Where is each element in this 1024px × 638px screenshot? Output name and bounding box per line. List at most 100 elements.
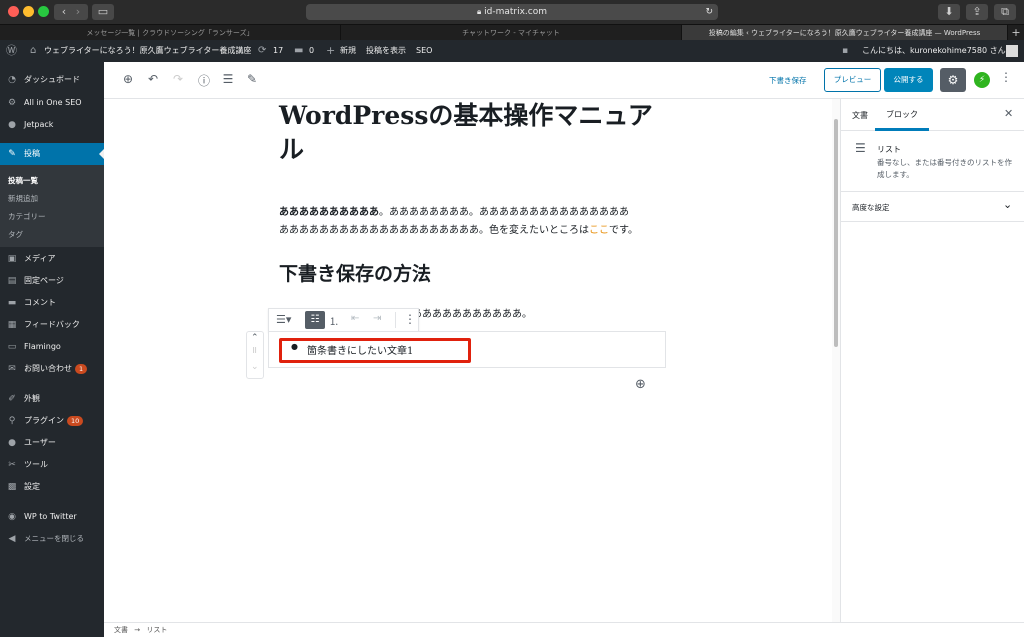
heading-block[interactable]: 下書き保存の方法 — [279, 259, 431, 286]
sidebar-item-label: フィードバック — [24, 320, 80, 329]
block-breadcrumb: 文書 → リスト — [104, 622, 1024, 637]
reload-icon[interactable]: ↻ — [705, 4, 713, 20]
comment-icon: ▬ — [7, 298, 17, 308]
editor-scrollbar[interactable] — [832, 99, 840, 622]
sidebar-item-plugins[interactable]: ⚲ プラグイン 10 — [0, 410, 104, 432]
sidebar-item-media[interactable]: ▣ メディア — [0, 248, 104, 270]
list-bullet: ● — [291, 342, 298, 351]
notification-icon[interactable]: ▪ — [842, 40, 848, 62]
sidebar-item-label: 投稿 — [24, 149, 40, 158]
post-title[interactable]: WordPressの基本操作マニュア ル — [279, 99, 659, 167]
outdent-icon[interactable]: ⇤ — [351, 313, 359, 324]
submenu-tags[interactable]: タグ — [0, 226, 104, 244]
sidebar-item-comments[interactable]: ▬ コメント — [0, 292, 104, 314]
edit-icon[interactable]: ✎ — [244, 72, 260, 86]
undo-icon[interactable]: ↶ — [145, 72, 161, 86]
tab-wordpress[interactable]: 投稿の編集 ‹ ウェブライターになろう！原久鷹ウェブライター養成講座 — Wor… — [682, 25, 1008, 41]
avatar[interactable] — [1006, 45, 1018, 57]
publish-button[interactable]: 公開する — [884, 68, 933, 92]
close-window-button[interactable] — [8, 6, 19, 17]
sidebar-item-contact[interactable]: ✉ お問い合わせ 1 — [0, 358, 104, 380]
tabs-overview-icon[interactable]: ⧉ — [994, 4, 1016, 20]
submenu-categories[interactable]: カテゴリー — [0, 208, 104, 226]
home-icon[interactable]: ⌂ — [30, 40, 36, 62]
sidebar-item-aioseo[interactable]: ⚙ All in One SEO — [0, 92, 104, 114]
sidebar-item-appearance[interactable]: ✐ 外観 — [0, 388, 104, 410]
scrollbar-thumb[interactable] — [834, 119, 838, 347]
sidebar-item-posts[interactable]: ✎ 投稿 — [0, 143, 104, 165]
outline-icon[interactable]: ☰ — [220, 72, 236, 86]
sidebar-item-dashboard[interactable]: ◔ ダッシュボード — [0, 69, 104, 91]
collapse-menu-button[interactable]: ◀ メニューを閉じる — [0, 528, 104, 550]
submenu-add-new[interactable]: 新規追加 — [0, 190, 104, 208]
comments-count[interactable]: 0 — [309, 40, 314, 62]
move-down-icon[interactable]: ⌄ — [251, 362, 259, 372]
sidebar-item-label: お問い合わせ — [24, 364, 72, 373]
comments-icon[interactable]: ▬ — [294, 40, 303, 62]
block-more-options-icon[interactable]: ⋮ — [404, 312, 416, 326]
more-options-icon[interactable]: ⋮ — [1000, 70, 1012, 84]
seo-link[interactable]: SEO — [416, 40, 432, 62]
sidebar-item-pages[interactable]: ▤ 固定ページ — [0, 270, 104, 292]
ordered-list-icon[interactable]: ⒈ — [329, 313, 339, 328]
tab-block[interactable]: ブロック — [875, 99, 929, 131]
sidebar-item-tools[interactable]: ✂ ツール — [0, 454, 104, 476]
dashboard-icon: ◔ — [8, 75, 16, 85]
new-link[interactable]: 新規 — [340, 40, 356, 62]
preview-button[interactable]: プレビュー — [824, 68, 881, 92]
breadcrumb-arrow-icon: → — [134, 626, 141, 634]
block-toolbar: ☰▾ ☷ ⒈ ⇤ ⇥ ⋮ — [268, 308, 419, 332]
submenu-all-posts[interactable]: 投稿一覧 — [0, 172, 104, 190]
sidebar-item-feedback[interactable]: ▦ フィードバック — [0, 314, 104, 336]
zoom-window-button[interactable] — [38, 6, 49, 17]
address-bar[interactable]: 🔒︎ id-matrix.com ↻ — [306, 4, 718, 20]
paragraph-text: 。ああああああああ。あああああああああああああああ — [379, 207, 629, 218]
sidebar-item-jetpack[interactable]: ● Jetpack — [0, 114, 104, 136]
sidebar-item-users[interactable]: ● ユーザー — [0, 432, 104, 454]
list-block[interactable]: ● 箇条書きにしたい文章1 — [268, 331, 666, 368]
tab-document[interactable]: 文書 — [852, 110, 868, 121]
plus-icon[interactable]: + — [326, 40, 335, 62]
inserter-plus-icon[interactable]: ⊕ — [635, 377, 646, 392]
move-up-icon[interactable]: ⌃ — [251, 333, 259, 343]
breadcrumb-list[interactable]: リスト — [146, 626, 167, 634]
view-post-link[interactable]: 投稿を表示 — [366, 40, 406, 62]
drag-handle-icon[interactable]: ⠿ — [252, 347, 257, 355]
settings-gear-icon[interactable]: ⚙ — [940, 68, 966, 92]
url-text: id-matrix.com — [484, 7, 548, 17]
site-name-link[interactable]: ウェブライターになろう！原久鷹ウェブライター養成講座 — [44, 40, 251, 62]
sidebar-item-settings[interactable]: ▩ 設定 — [0, 476, 104, 498]
share-icon[interactable]: ⇪ — [966, 4, 988, 20]
tab-chatwork[interactable]: チャットワーク - マイチャット — [341, 25, 682, 41]
updates-count[interactable]: 17 — [273, 40, 283, 62]
tab-bar: メッセージ一覧 | クラウドソーシング「ランサーズ」 チャットワーク - マイチ… — [0, 24, 1024, 41]
list-item[interactable]: 箇条書きにしたい文章1 — [307, 342, 413, 357]
close-icon[interactable]: ✕ — [1004, 107, 1013, 120]
paragraph-block[interactable]: ああああああああああ。ああああああああ。あああああああああああああああ ああああ… — [279, 204, 679, 240]
wordpress-logo-icon[interactable]: Ⓦ — [6, 40, 17, 62]
tab-lancers[interactable]: メッセージ一覧 | クラウドソーシング「ランサーズ」 — [0, 25, 341, 41]
paragraph-block-2[interactable]: ああああああああああああ。 — [402, 305, 532, 320]
add-block-icon[interactable]: ⊕ — [120, 72, 136, 86]
sidebar-item-wp-twitter[interactable]: ◉ WP to Twitter — [0, 506, 104, 528]
new-tab-button[interactable]: + — [1008, 25, 1024, 41]
unordered-list-icon[interactable]: ☷ — [305, 311, 325, 329]
download-icon[interactable]: ⬇ — [938, 4, 960, 20]
twitter-icon: ◉ — [8, 512, 16, 522]
redo-icon[interactable]: ↷ — [170, 72, 186, 86]
jetpack-icon[interactable]: ⚡ — [974, 72, 990, 88]
minimize-window-button[interactable] — [23, 6, 34, 17]
sidebar-toggle-icon[interactable]: ▭ — [92, 4, 114, 20]
indent-icon[interactable]: ⇥ — [373, 313, 381, 324]
breadcrumb-document[interactable]: 文書 — [114, 626, 128, 634]
advanced-settings-toggle[interactable]: 高度な設定 ⌄ — [841, 192, 1024, 222]
list-type-icon[interactable]: ☰▾ — [276, 313, 291, 326]
sidebar-item-label: ダッシュボード — [24, 75, 80, 84]
greeting-text[interactable]: こんにちは、kuronekohime7580 さん — [862, 40, 1006, 62]
updates-icon[interactable]: ⟳ — [258, 40, 266, 62]
info-icon[interactable]: ⓘ — [196, 72, 212, 89]
save-draft-button[interactable]: 下書き保存 — [769, 75, 807, 86]
forward-icon[interactable]: › — [68, 4, 88, 20]
sidebar-item-label: メニューを閉じる — [24, 534, 84, 543]
sidebar-item-flamingo[interactable]: ▭ Flamingo — [0, 336, 104, 358]
